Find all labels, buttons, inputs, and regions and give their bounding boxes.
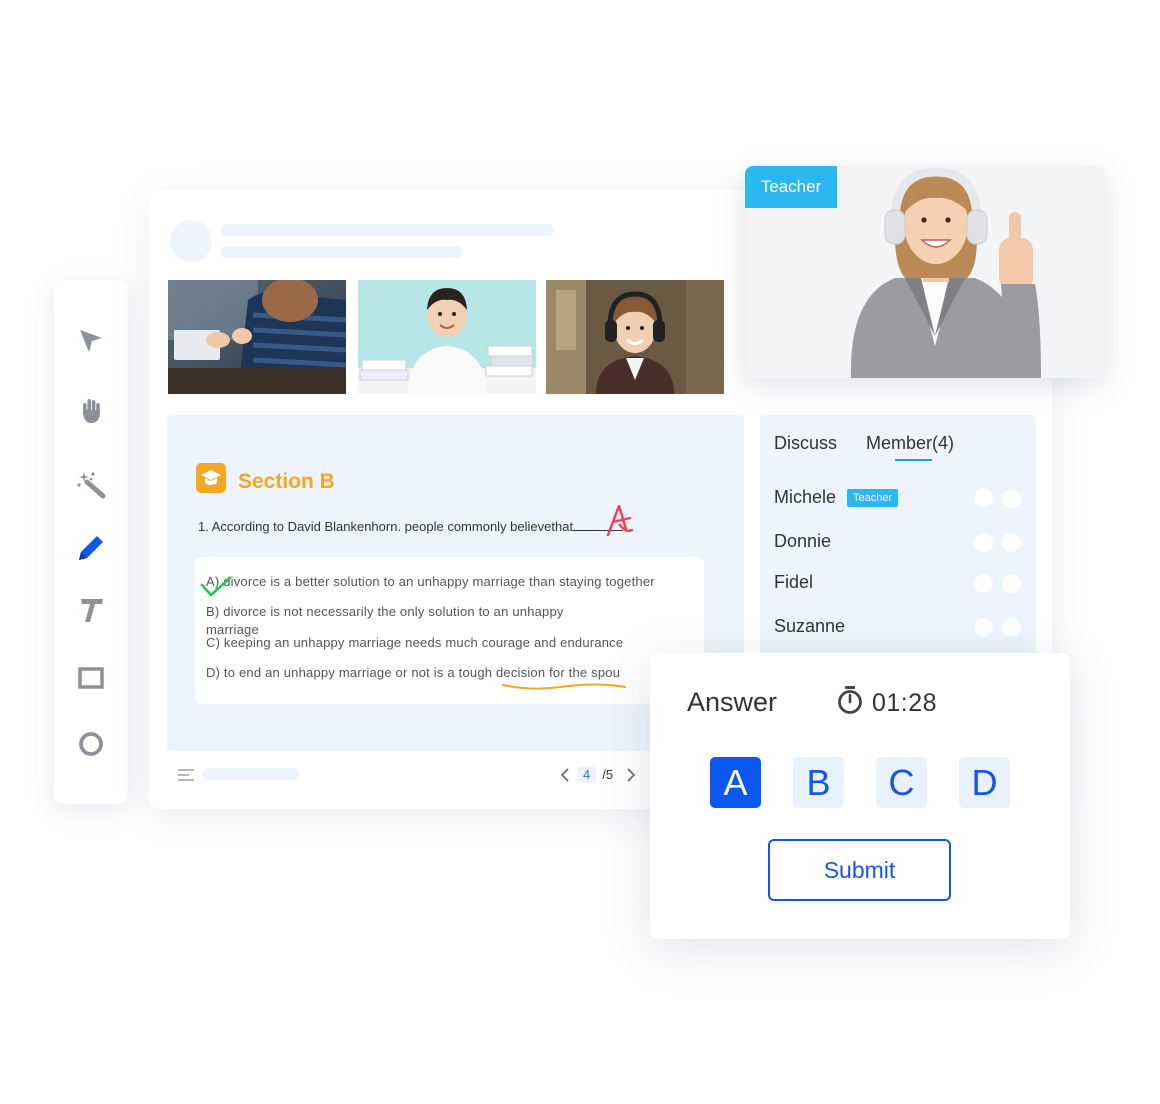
- highlight-underline: [502, 683, 626, 690]
- chevron-left-icon[interactable]: [559, 767, 571, 783]
- submit-button[interactable]: Submit: [768, 839, 951, 901]
- text-tool[interactable]: [73, 592, 109, 628]
- mic-status-dot[interactable]: [974, 574, 993, 593]
- rectangle-tool[interactable]: [73, 660, 109, 696]
- page-current: 4: [577, 766, 597, 783]
- option-b[interactable]: B) divorce is not necessarily the only s…: [206, 603, 606, 639]
- choice-c-button[interactable]: C: [876, 757, 927, 808]
- option-d[interactable]: D) to end an unhappy marriage or not is …: [206, 665, 620, 680]
- pen-icon: [79, 536, 103, 560]
- avatar-placeholder: [170, 220, 212, 262]
- member-name: Donnie: [774, 531, 832, 551]
- active-tab-indicator: [895, 459, 932, 461]
- member-row[interactable]: Suzanne: [774, 616, 1024, 642]
- teacher-label: Teacher: [745, 166, 837, 208]
- circle-icon: [79, 732, 103, 756]
- member-row[interactable]: Fidel: [774, 572, 1024, 598]
- teacher-badge: Teacher: [847, 489, 899, 507]
- page-total: /5: [602, 767, 614, 782]
- camera-status-dot[interactable]: [1002, 533, 1021, 552]
- handwritten-answer-mark: [606, 504, 634, 537]
- drawing-toolbar: [54, 280, 128, 804]
- answer-title: Answer: [687, 687, 778, 717]
- camera-status-dot[interactable]: [1002, 489, 1021, 508]
- lesson-image-girl-headphones[interactable]: [546, 280, 724, 394]
- section-title: Section B: [238, 470, 335, 493]
- chevron-right-icon[interactable]: [625, 767, 637, 783]
- hand-tool[interactable]: [73, 392, 109, 428]
- mic-status-dot[interactable]: [974, 533, 993, 552]
- option-a[interactable]: A) divorce is a better solution to an un…: [206, 574, 655, 589]
- pen-tool[interactable]: [73, 530, 109, 566]
- pointer-tool[interactable]: [73, 322, 109, 358]
- member-name: Fidel: [774, 572, 814, 592]
- question-stem: 1. According to David Blankenhorn. peopl…: [198, 519, 574, 534]
- magic-wand-tool[interactable]: [73, 466, 109, 502]
- hand-icon: [83, 399, 100, 423]
- member-panel: Discuss Member(4) Michele Teacher Donnie…: [760, 415, 1036, 660]
- teacher-video[interactable]: Teacher: [745, 166, 1105, 378]
- text-placeholder: [220, 246, 462, 258]
- question-text: 1. According to David Blankenhorn. peopl…: [198, 519, 627, 534]
- choice-b-button[interactable]: B: [793, 757, 844, 808]
- lesson-image-child-tablet[interactable]: [168, 280, 346, 394]
- text-placeholder: [202, 768, 299, 780]
- pointer-icon: [80, 330, 102, 352]
- answer-card: Answer 01:28 A B C D Submit: [650, 653, 1070, 939]
- graduation-cap-icon: [196, 463, 226, 493]
- mic-status-dot[interactable]: [974, 618, 993, 637]
- tab-member[interactable]: Member(4): [866, 433, 954, 454]
- tab-discuss[interactable]: Discuss: [774, 433, 837, 454]
- text-icon: [81, 599, 103, 622]
- check-mark-icon: [200, 576, 232, 597]
- member-name: Suzanne: [774, 616, 846, 636]
- member-name: Michele: [774, 487, 837, 507]
- choice-d-button[interactable]: D: [959, 757, 1010, 808]
- choice-a-button[interactable]: A: [710, 757, 761, 808]
- options-box: A) divorce is a better solution to an un…: [195, 557, 704, 704]
- circle-tool[interactable]: [73, 726, 109, 762]
- magic-wand-icon: [77, 472, 106, 499]
- member-row[interactable]: Donnie: [774, 531, 1024, 557]
- lesson-image-boy-desk[interactable]: [358, 280, 536, 394]
- countdown-timer: 01:28: [872, 689, 938, 717]
- rectangle-icon: [78, 667, 104, 689]
- stopwatch-icon: [838, 686, 862, 714]
- camera-status-dot[interactable]: [1002, 574, 1021, 593]
- mic-status-dot[interactable]: [974, 489, 993, 508]
- member-row[interactable]: Michele Teacher: [774, 487, 1024, 513]
- option-c[interactable]: C) keeping an unhappy marriage needs muc…: [206, 635, 623, 650]
- text-placeholder: [220, 224, 554, 236]
- pagination: 4 /5: [559, 766, 637, 783]
- camera-status-dot[interactable]: [1002, 618, 1021, 637]
- menu-icon[interactable]: [177, 768, 195, 782]
